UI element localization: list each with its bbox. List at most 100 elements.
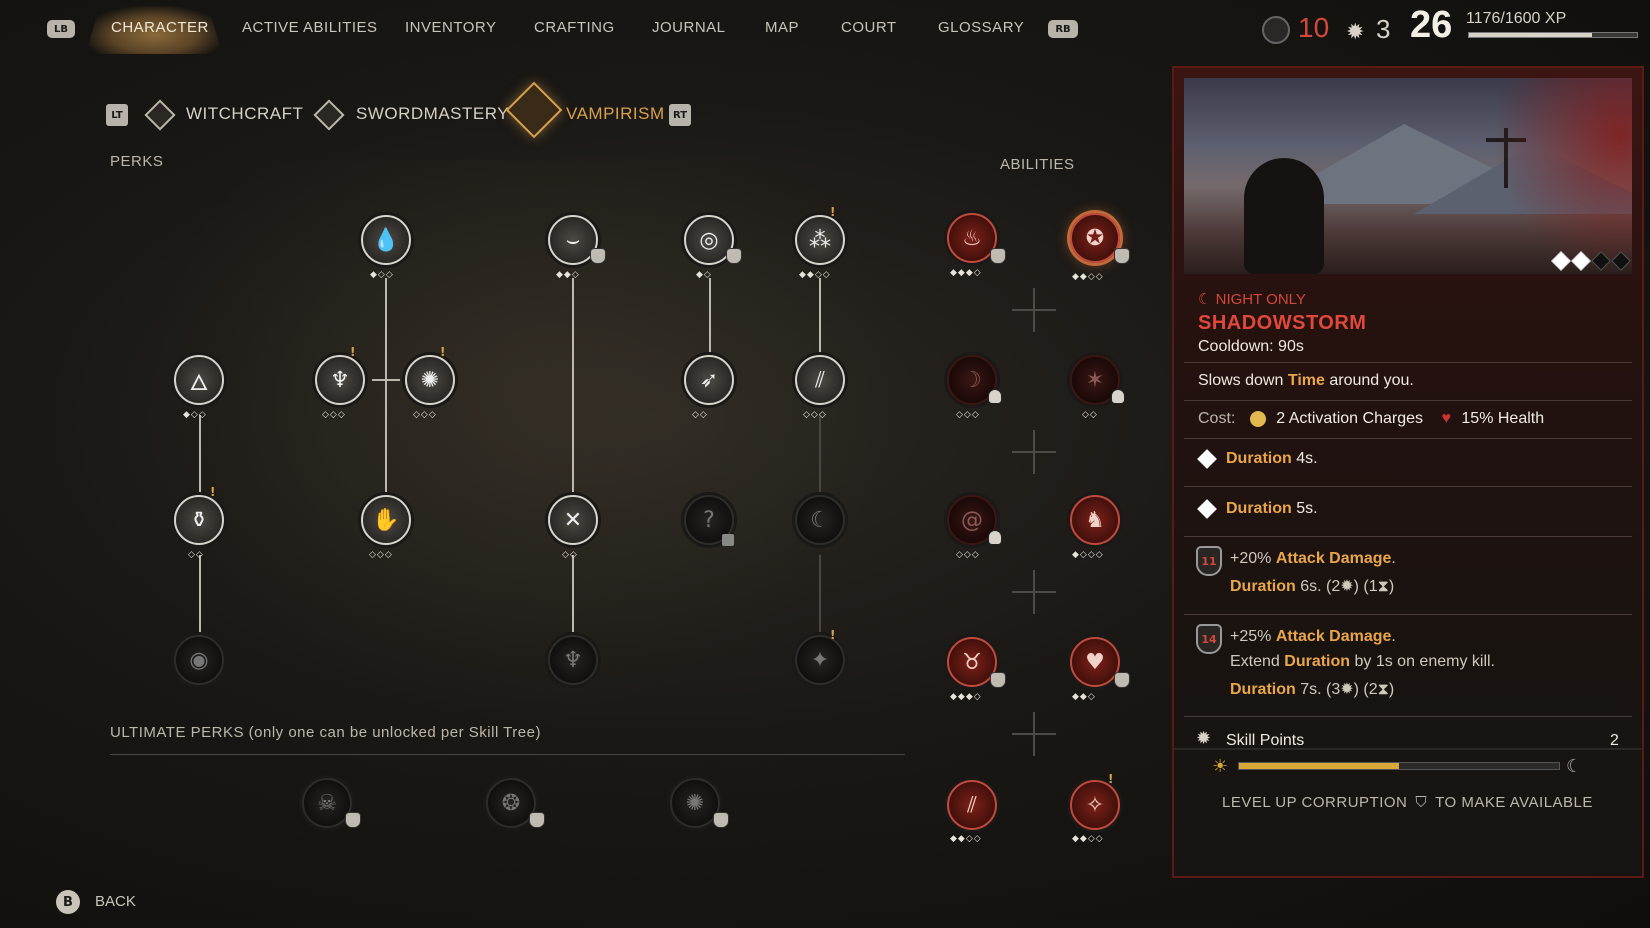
ability-claw-strike[interactable]: ⫽	[947, 780, 997, 830]
connector	[709, 278, 711, 354]
divider	[110, 754, 905, 755]
perk-cross-slash[interactable]: ✕	[548, 495, 598, 545]
alert-icon: !	[350, 345, 356, 359]
corruption-value: 10	[1298, 12, 1330, 43]
tab-character[interactable]: CHARACTER	[111, 19, 209, 36]
skill-points-gear-icon: ✹	[1196, 728, 1212, 748]
upgrade2-duration: Duration 7s. (3✹) (2⧗)	[1230, 681, 1395, 698]
perk-shadow-claw[interactable]: ☾	[795, 495, 845, 545]
vampire-figure	[1244, 158, 1324, 274]
perk-fang-beast[interactable]: ♆	[315, 355, 365, 405]
hourglass-icon: ⧗	[1377, 578, 1389, 595]
perk-rank-pips: ◆◇◇	[183, 410, 207, 420]
tab-active-abilities[interactable]: ACTIVE ABILITIES	[242, 19, 378, 36]
tab-journal[interactable]: JOURNAL	[652, 19, 726, 36]
rank-diamond-filled	[1571, 251, 1591, 271]
cost-charges: 2 Activation Charges	[1276, 410, 1423, 427]
character-level: 26	[1410, 4, 1453, 46]
top-navigation: LB CHARACTER ACTIVE ABILITIES INVENTORY …	[0, 0, 1650, 58]
corruption-fist-icon	[1114, 672, 1130, 688]
ability-description: Slows down Time around you.	[1198, 372, 1414, 389]
cooldown-text: Cooldown: 90s	[1198, 338, 1304, 355]
perk-slashes[interactable]: ⫽	[795, 355, 845, 405]
perk-dark-drop[interactable]: ♆	[548, 635, 598, 685]
corruption-fist-icon	[345, 812, 361, 828]
perk-rank-pips: ◆◆◇◇	[799, 270, 831, 280]
rank1-effect: Duration 4s.	[1197, 448, 1318, 469]
ability-rank-pips: ◆◆◆◇	[950, 692, 982, 702]
subtab-swordmastery[interactable]: SWORDMASTERY	[356, 104, 509, 124]
skill-points-count: 2	[1610, 732, 1619, 749]
tab-map[interactable]: MAP	[765, 19, 799, 36]
subtab-vampirism[interactable]: VAMPIRISM	[566, 104, 665, 124]
tab-crafting[interactable]: CRAFTING	[534, 19, 615, 36]
ability-rank-pips: ◇◇◇	[956, 550, 980, 560]
perk-rank-pips: ◇◇◇	[322, 410, 346, 420]
ability-bat-swarm[interactable]: ✧	[1070, 780, 1120, 830]
perk-rank-pips: ◇◇	[562, 550, 578, 560]
skill-point-icon: ✹	[1340, 578, 1354, 595]
connector	[819, 415, 821, 497]
rb-button[interactable]: RB	[1048, 20, 1078, 38]
divider	[1184, 486, 1632, 487]
ability-beast[interactable]: ♞	[1070, 495, 1120, 545]
lb-button[interactable]: LB	[47, 20, 75, 38]
tab-inventory[interactable]: INVENTORY	[405, 19, 496, 36]
perk-dark-claw[interactable]: ✦	[795, 635, 845, 685]
cost-health: 15% Health	[1461, 410, 1545, 427]
connector	[572, 555, 574, 637]
perk-rank-pips: ◇◇◇	[413, 410, 437, 420]
lock-icon	[722, 534, 734, 546]
rank-diamond-empty	[1591, 251, 1611, 271]
connector	[819, 555, 821, 637]
b-button-icon[interactable]: B	[56, 890, 80, 914]
connector	[385, 278, 387, 494]
rank-diamond-empty	[1611, 251, 1631, 271]
connector	[199, 555, 201, 637]
alert-icon: !	[440, 345, 446, 359]
perk-claw-hand[interactable]: ✋	[361, 495, 411, 545]
rt-button[interactable]: RT	[669, 104, 691, 126]
subtab-witchcraft[interactable]: WITCHCRAFT	[186, 104, 303, 124]
ability-rank-pips: ◇◇	[1082, 410, 1098, 420]
ability-detail-panel: ☾ NIGHT ONLY SHADOWSTORM Cooldown: 90s S…	[1172, 66, 1644, 878]
divider	[1184, 536, 1632, 537]
ability-rank-pips: ◆◆◇◇	[1072, 272, 1104, 282]
vampirism-icon	[505, 81, 563, 139]
back-button[interactable]: BACK	[95, 893, 136, 910]
perk-rank-pips: ◆◆◇	[556, 270, 580, 280]
divider	[1184, 614, 1632, 615]
perk-blood-drop[interactable]: 💧	[361, 215, 411, 265]
xp-bar-fill	[1469, 33, 1593, 37]
background-art	[150, 160, 900, 720]
ability-connector	[1012, 430, 1056, 474]
ability-heart[interactable]: ♥	[1070, 637, 1120, 687]
rank-diamond-icon	[1197, 448, 1217, 469]
corruption-fist-icon	[529, 812, 545, 828]
perk-dark-eye[interactable]: ◉	[174, 635, 224, 685]
question-icon: ?	[703, 507, 715, 533]
cost-label: Cost:	[1198, 410, 1236, 427]
ability-shadowstorm[interactable]: ✪	[1070, 213, 1120, 263]
corruption-fist-icon: ⛉	[1415, 794, 1428, 811]
skull-icon	[1111, 389, 1125, 404]
perk-swoop[interactable]: ➶	[684, 355, 734, 405]
skull-icon	[988, 389, 1002, 404]
hourglass-icon: ⧗	[1377, 681, 1389, 698]
corruption-progress-bar	[1238, 762, 1560, 770]
perk-blood-drain[interactable]: ⚱	[174, 495, 224, 545]
perk-flames[interactable]: 🜂	[174, 355, 224, 405]
tab-court[interactable]: COURT	[841, 19, 897, 36]
perks-heading: PERKS	[110, 153, 164, 170]
upgrade1-duration: Duration 6s. (2✹) (1⧗)	[1230, 578, 1395, 595]
perk-burst[interactable]: ✺	[405, 355, 455, 405]
lt-button[interactable]: LT	[106, 104, 128, 126]
ability-connector	[1012, 712, 1056, 756]
upgrade2-extend: Extend Duration by 1s on enemy kill.	[1230, 653, 1495, 670]
divider	[1184, 362, 1632, 363]
skull-icon	[988, 530, 1002, 545]
perk-blood-drops[interactable]: ⁂	[795, 215, 845, 265]
divider	[1184, 716, 1632, 717]
tab-glossary[interactable]: GLOSSARY	[938, 19, 1024, 36]
perk-rank-pips: ◇◇	[188, 550, 204, 560]
